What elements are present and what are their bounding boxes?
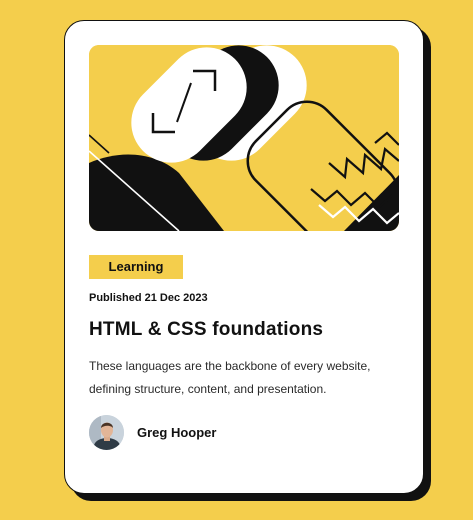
card-title[interactable]: HTML & CSS foundations bbox=[89, 319, 323, 341]
author-photo-icon bbox=[89, 415, 124, 450]
card-description: These languages are the backbone of ever… bbox=[89, 359, 371, 396]
blog-preview-card: Learning Published 21 Dec 2023 HTML & CS… bbox=[64, 20, 424, 494]
abstract-illustration-icon bbox=[89, 45, 399, 231]
avatar bbox=[89, 415, 124, 450]
hero-illustration bbox=[89, 45, 399, 231]
category-tag: Learning bbox=[89, 255, 183, 279]
author: Greg Hooper bbox=[89, 415, 216, 450]
author-name[interactable]: Greg Hooper bbox=[137, 425, 216, 440]
published-date: Published 21 Dec 2023 bbox=[89, 292, 208, 304]
